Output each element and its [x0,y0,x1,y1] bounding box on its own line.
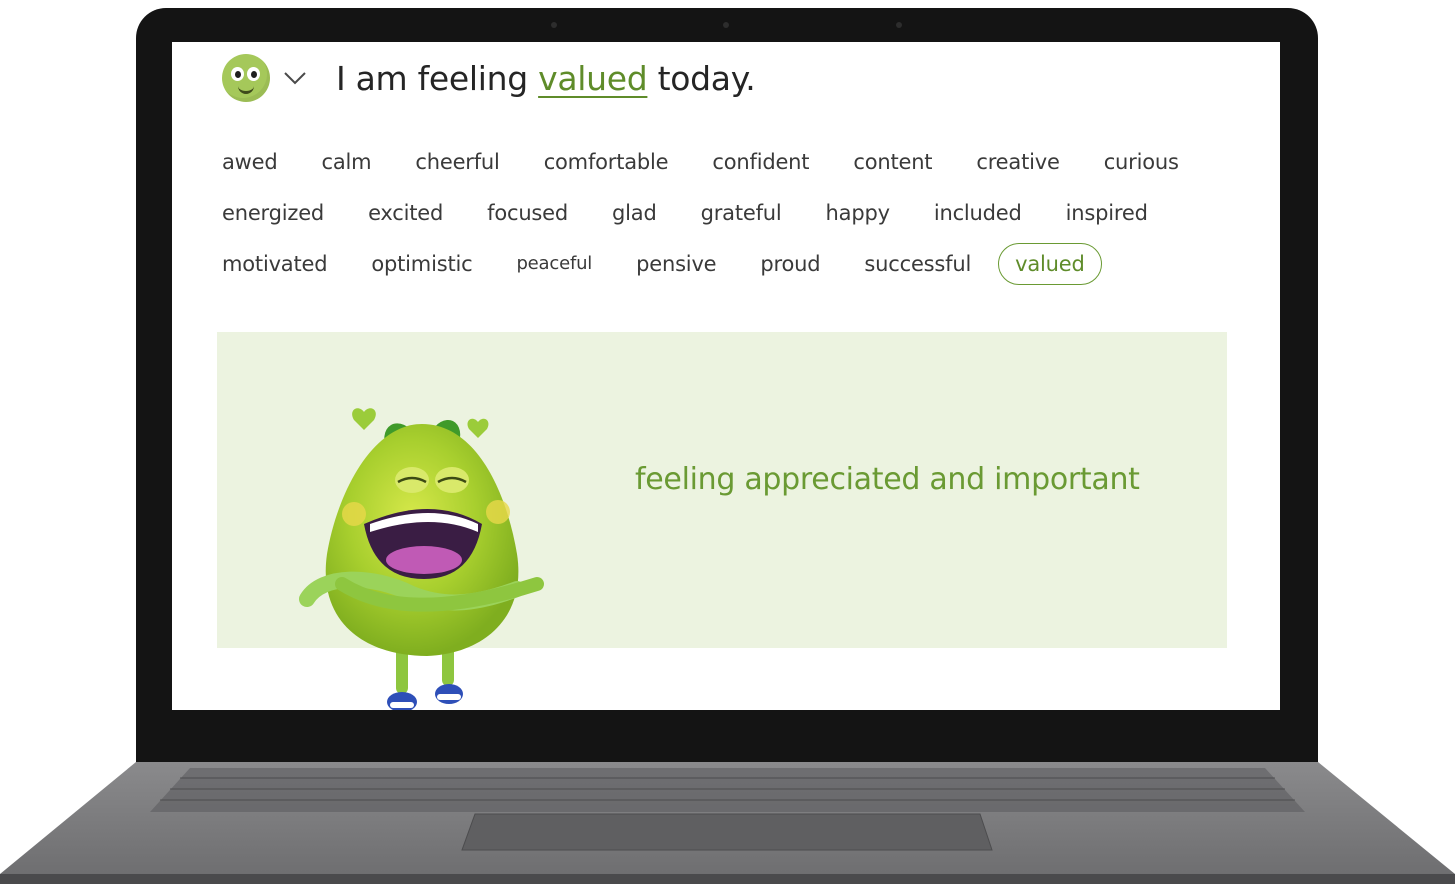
selected-emotion-link[interactable]: valued [538,59,648,98]
mood-header: I am feeling valued today. [222,48,756,108]
emotion-word-pensive[interactable]: pensive [636,244,716,284]
emotion-word-excited[interactable]: excited [368,193,443,233]
emotion-word-cheerful[interactable]: cheerful [415,142,499,182]
emotion-word-happy[interactable]: happy [826,193,890,233]
emotion-word-motivated[interactable]: motivated [222,244,328,284]
mood-dropdown-button[interactable] [282,65,308,91]
camera-dot-left [551,22,557,28]
emotion-word-confident[interactable]: confident [712,142,809,182]
emotion-word-comfortable[interactable]: comfortable [544,142,669,182]
emotion-word-inspired[interactable]: inspired [1066,193,1148,233]
emotion-word-peaceful[interactable]: peaceful [516,245,592,282]
laptop-keyboard-deck [0,762,1455,884]
emotion-word-curious[interactable]: curious [1104,142,1179,182]
emotion-word-glad[interactable]: glad [612,193,657,233]
feeling-sentence: I am feeling valued today. [336,58,756,98]
emotion-word-awed[interactable]: awed [222,142,278,182]
app-screen: I am feeling valued today. awed calm che… [172,42,1280,710]
emotion-row: energized excited focused glad grateful … [222,187,1222,238]
emotion-definition: feeling appreciated and important [635,462,1140,497]
chevron-down-icon [284,72,306,85]
emotion-word-energized[interactable]: energized [222,193,324,233]
emotion-row: awed calm cheerful comfortable confident… [222,136,1222,187]
emotion-word-optimistic[interactable]: optimistic [371,244,472,284]
laptop-lid: I am feeling valued today. awed calm che… [136,8,1318,768]
emotion-word-proud[interactable]: proud [760,244,820,284]
sentence-suffix: today. [657,58,756,98]
emotion-word-included[interactable]: included [934,193,1022,233]
emotion-row: motivated optimistic peaceful pensive pr… [222,238,1222,289]
camera-dot-right [896,22,902,28]
emotion-word-creative[interactable]: creative [976,142,1060,182]
emotion-word-focused[interactable]: focused [487,193,568,233]
camera-lens [723,22,729,28]
feelings-monster-illustration [299,384,552,710]
emotion-word-calm[interactable]: calm [322,142,372,182]
emotion-word-content[interactable]: content [853,142,932,182]
smiley-face-icon[interactable] [222,54,270,102]
sentence-prefix: I am feeling [336,58,528,98]
emotion-word-grateful[interactable]: grateful [701,193,782,233]
emotion-word-successful[interactable]: successful [864,244,971,284]
emotion-word-valued-selected[interactable]: valued [998,242,1102,285]
emotion-word-grid: awed calm cheerful comfortable confident… [222,136,1222,289]
